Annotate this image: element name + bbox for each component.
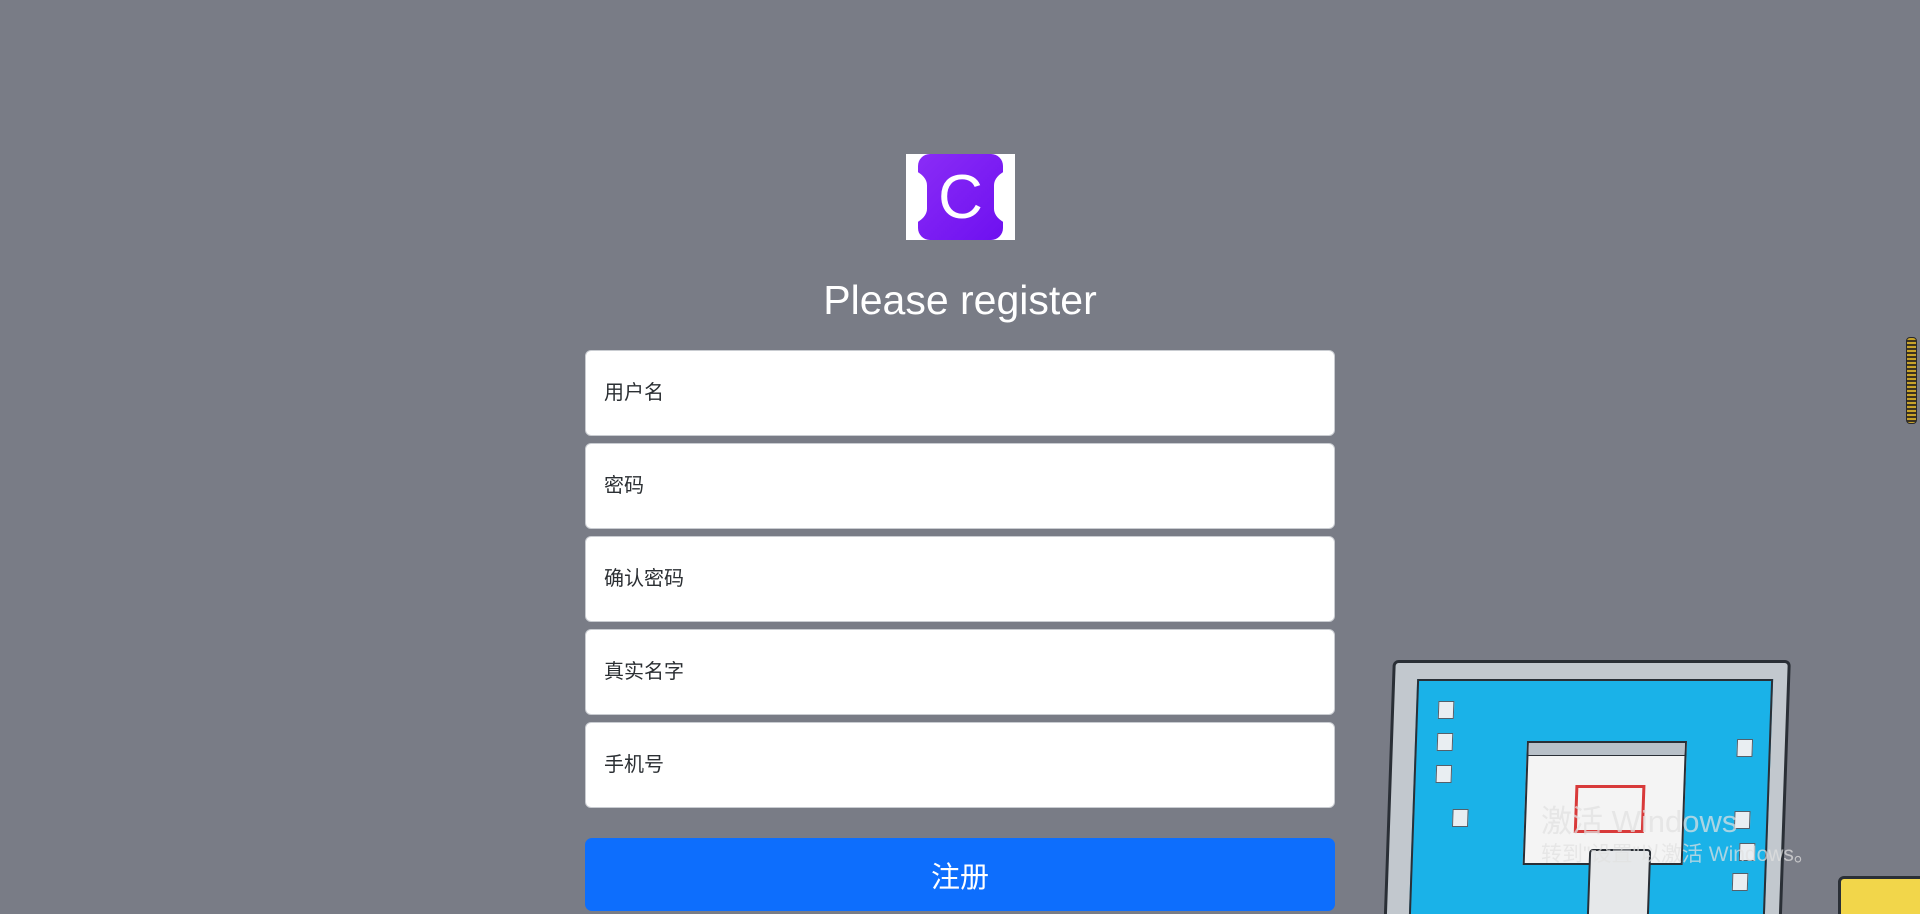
logo-letter: C (938, 163, 983, 232)
monitor-illustration (1383, 660, 1791, 914)
scrollbar-thumb[interactable] (1906, 337, 1917, 424)
password-input[interactable] (585, 443, 1335, 529)
register-button[interactable]: 注册 (585, 838, 1335, 911)
real-name-input[interactable] (585, 629, 1335, 715)
watermark-title: 激活 Windows (1541, 804, 1738, 839)
desktop-icon (1731, 873, 1749, 891)
desktop-icon (1437, 701, 1455, 719)
username-input[interactable] (585, 350, 1335, 436)
desktop-icon (1736, 739, 1754, 757)
phone-input[interactable] (585, 722, 1335, 808)
register-page: C Please register 注册 激活 Windows 转到"设置"以激… (0, 0, 1920, 914)
confirm-password-input[interactable] (585, 536, 1335, 622)
desktop-icon (1436, 733, 1454, 751)
illustration-block (1838, 876, 1920, 914)
window-titlebar (1528, 743, 1685, 756)
desktop-icon (1435, 765, 1453, 783)
page-title: Please register (823, 277, 1097, 323)
desktop-icon (1451, 809, 1469, 827)
watermark-subtitle: 转到"设置"以激活 Windows。 (1541, 843, 1815, 866)
logo-mark: C (918, 154, 1003, 240)
brand-logo: C (906, 154, 1015, 240)
